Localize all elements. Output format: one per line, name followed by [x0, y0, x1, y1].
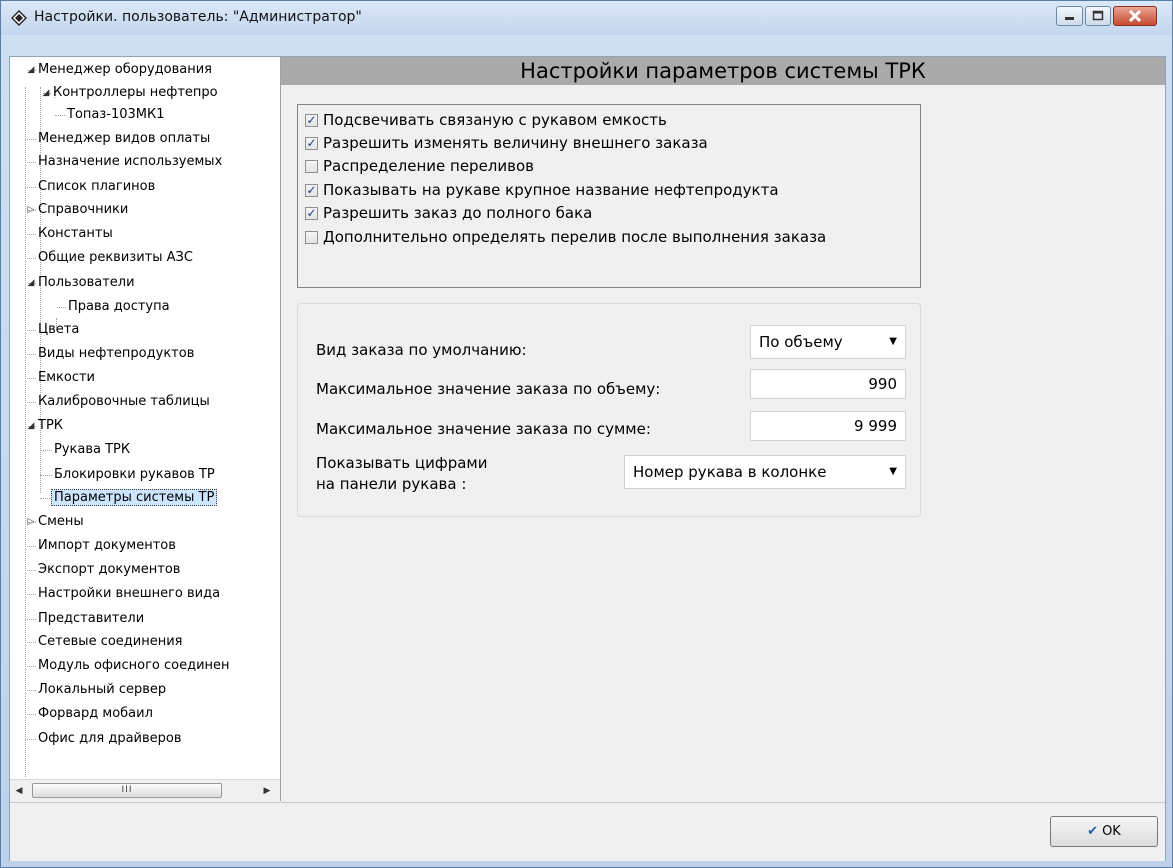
order-settings-group: Вид заказа по умолчанию: По объему ▼ Макс… [297, 303, 921, 517]
scroll-right-icon[interactable]: ▶ [260, 783, 274, 799]
show-digits-select[interactable]: Номер рукава в колонке ▼ [624, 455, 906, 489]
tree-item[interactable]: Настройки внешнего вида [38, 583, 220, 605]
tree-item[interactable]: Рукава ТРК [54, 439, 130, 461]
tree-item[interactable]: Общие реквизиты АЗС [38, 247, 193, 269]
tree-item[interactable]: Константы [38, 223, 113, 245]
tree-item-selected[interactable]: Параметры системы ТР [51, 487, 218, 509]
settings-window: Настройки. пользователь: "Администратор" [0, 0, 1173, 868]
title-bar[interactable]: Настройки. пользователь: "Администратор" [1, 1, 1172, 35]
scrollbar-thumb[interactable]: III [32, 783, 222, 798]
tree-item[interactable]: ▷ Справочники [28, 199, 129, 221]
tree-item[interactable]: ◢ Пользователи [28, 272, 135, 294]
tree-item[interactable]: ▷ Смены [28, 511, 84, 533]
order-type-label: Вид заказа по умолчанию: [316, 341, 527, 359]
ok-button[interactable]: ✔ OK [1050, 816, 1158, 847]
max-sum-input[interactable]: 9 999 [750, 411, 906, 441]
tree-item[interactable]: Назначение используемых [38, 151, 222, 173]
tree-item[interactable]: Блокировки рукавов ТР [54, 464, 215, 486]
maximize-button[interactable] [1085, 6, 1111, 26]
collapse-icon[interactable]: ◢ [26, 415, 36, 437]
settings-panel: Настройки параметров системы ТРК ✓ Подсве… [281, 57, 1165, 801]
expand-icon[interactable]: ▷ [26, 199, 36, 221]
tree-item[interactable]: Представители [38, 608, 144, 630]
max-volume-input[interactable]: 990 [750, 369, 906, 399]
button-bar: ✔ OK [10, 802, 1165, 861]
checkbox-unchecked-icon[interactable] [305, 160, 318, 173]
show-digits-label-line2: на панели рукава : [316, 475, 467, 493]
checkmark-icon: ✔ [1087, 824, 1099, 839]
tree-item[interactable]: Виды нефтепродуктов [38, 343, 194, 365]
tree-item[interactable]: Импорт документов [38, 535, 176, 557]
tree-item[interactable]: Менеджер видов оплаты [38, 128, 210, 150]
maximize-icon [1092, 10, 1104, 21]
checkbox-checked-icon[interactable]: ✓ [305, 137, 318, 150]
close-button[interactable] [1113, 6, 1157, 26]
collapse-icon[interactable]: ◢ [26, 59, 36, 81]
settings-tree[interactable]: ◢ Менеджер оборудования ◢ Контроллеры нефт… [10, 57, 281, 801]
tree-item[interactable]: Цвета [38, 319, 79, 341]
tree-item[interactable]: Сетевые соединения [38, 631, 183, 653]
scroll-left-icon[interactable]: ◀ [12, 783, 26, 799]
tree-item[interactable]: Топаз-103МК1 [67, 104, 165, 126]
tree-item[interactable]: Офис для драйверов [38, 728, 182, 750]
tree-item[interactable]: Локальный сервер [38, 679, 166, 701]
checkbox-checked-icon[interactable]: ✓ [305, 207, 318, 220]
collapse-icon[interactable]: ◢ [41, 82, 51, 104]
tree-item[interactable]: Емкости [38, 367, 95, 389]
checkbox-checked-icon[interactable]: ✓ [305, 184, 318, 197]
tree-item[interactable]: Список плагинов [38, 176, 155, 198]
checkbox-unchecked-icon[interactable] [305, 231, 318, 244]
minimize-button[interactable] [1056, 6, 1083, 26]
window-title: Настройки. пользователь: "Администратор" [34, 9, 362, 25]
tree-item[interactable]: Права доступа [68, 296, 170, 318]
chevron-down-icon[interactable]: ▼ [889, 456, 897, 488]
order-type-select[interactable]: По объему ▼ [750, 325, 906, 359]
show-digits-label-line1: Показывать цифрами [316, 454, 488, 472]
tree-item[interactable]: ◢ Контроллеры нефтепро [43, 82, 218, 104]
max-sum-label: Максимальное значение заказа по сумме: [316, 420, 651, 438]
client-area: ◢ Менеджер оборудования ◢ Контроллеры нефт… [9, 56, 1166, 861]
page-title: Настройки параметров системы ТРК [281, 57, 1165, 85]
collapse-icon[interactable]: ◢ [26, 272, 36, 294]
tree-item[interactable]: ◢ ТРК [28, 415, 63, 437]
minimize-icon [1065, 17, 1074, 20]
max-volume-label: Максимальное значение заказа по объему: [316, 380, 661, 398]
tree-horizontal-scrollbar[interactable]: ◀ III ▶ [10, 779, 280, 801]
checkbox-checked-icon[interactable]: ✓ [305, 114, 318, 127]
tree-item[interactable]: ◢ Менеджер оборудования [28, 59, 212, 81]
chevron-down-icon[interactable]: ▼ [889, 326, 897, 358]
close-icon [1128, 9, 1142, 23]
tree-item[interactable]: Калибровочные таблицы [38, 391, 210, 413]
expand-icon[interactable]: ▷ [26, 511, 36, 533]
tree-item[interactable]: Модуль офисного соединен [38, 655, 230, 677]
tree-item[interactable]: Форвард мобаил [38, 703, 153, 725]
app-icon [11, 10, 27, 26]
tree-item[interactable]: Экспорт документов [38, 559, 180, 581]
options-group: ✓ Подсвечивать связаную с рукавом емкость… [297, 104, 921, 288]
